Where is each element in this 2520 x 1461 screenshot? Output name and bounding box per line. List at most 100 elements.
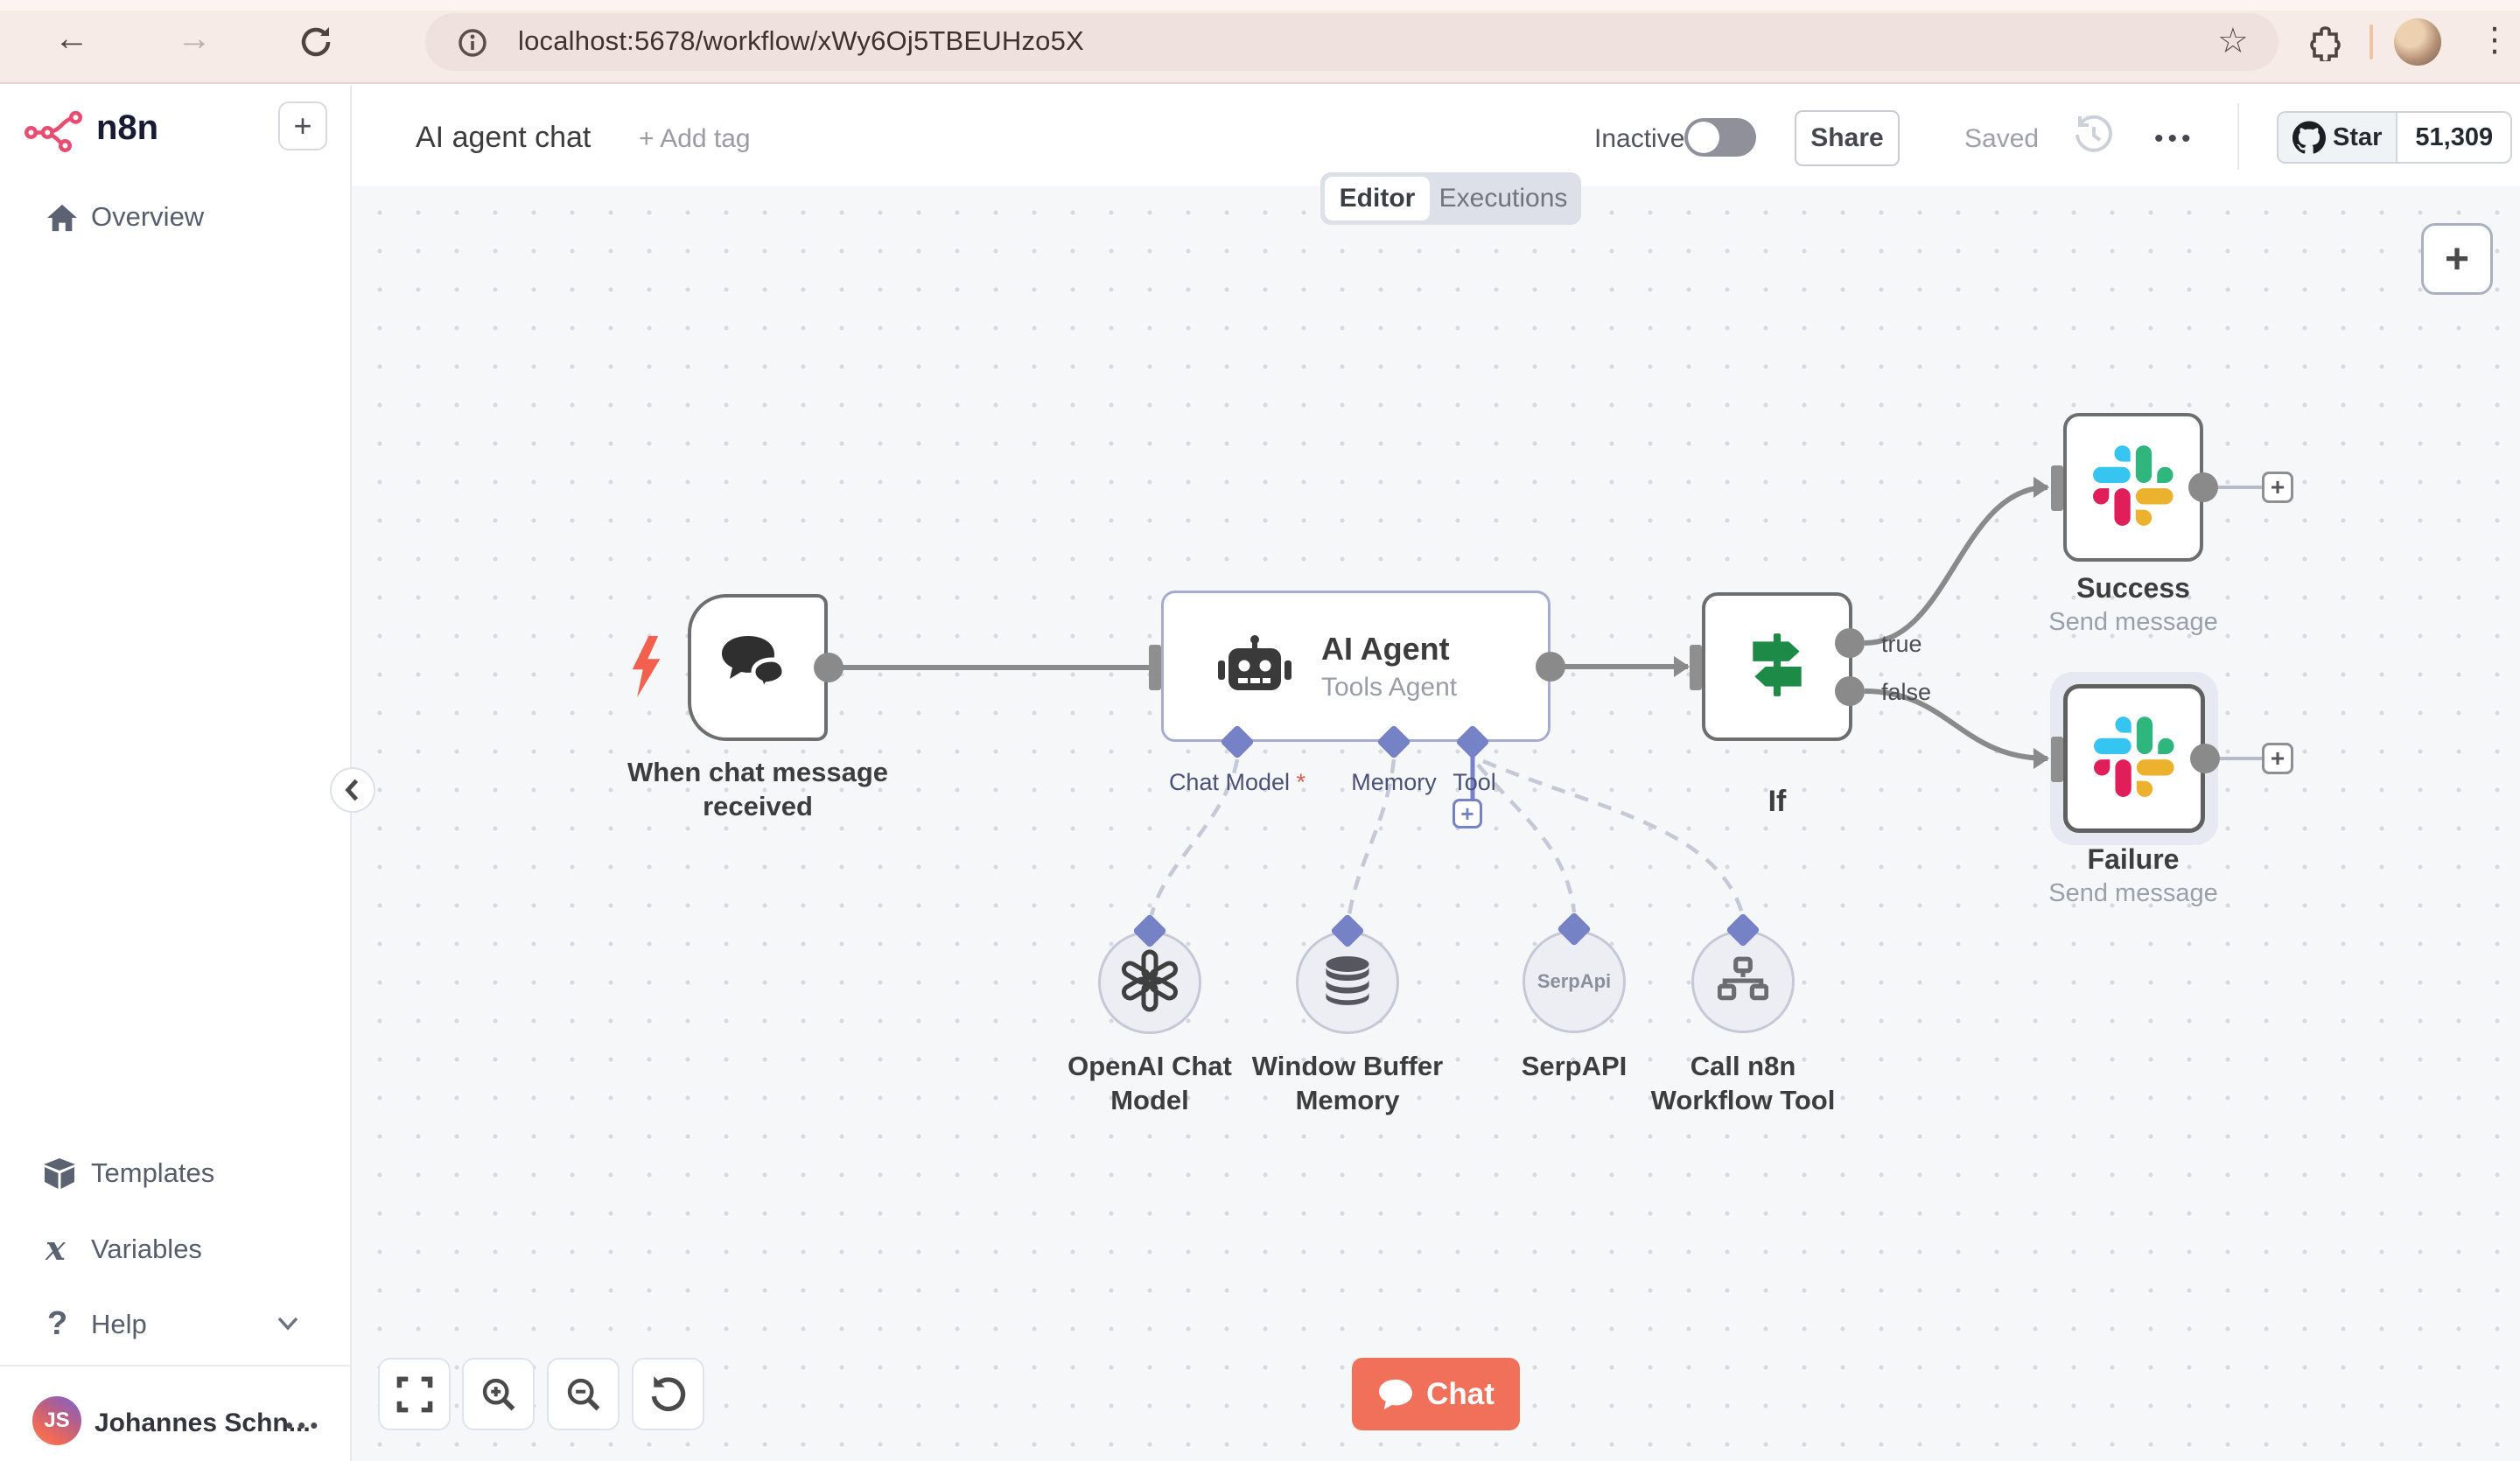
browser-menu-icon[interactable]: ⋮: [2478, 17, 2511, 63]
tab-executions[interactable]: Executions: [1430, 177, 1577, 220]
port-label-text: Chat Model: [1168, 769, 1291, 795]
tab-editor[interactable]: Editor: [1325, 177, 1430, 220]
node-serpapi[interactable]: SerpApi: [1522, 930, 1626, 1033]
header-divider: [2237, 103, 2239, 170]
failure-add-node-button[interactable]: +: [2262, 743, 2293, 774]
window-top-strip: [0, 0, 2520, 10]
failure-input-port[interactable]: [2051, 737, 2063, 782]
toggle-knob: [1688, 122, 1719, 153]
brand-name[interactable]: n8n: [96, 108, 158, 148]
new-workflow-button[interactable]: +: [278, 101, 327, 150]
node-if[interactable]: [1702, 592, 1852, 741]
site-info-icon[interactable]: [457, 27, 488, 63]
node-subtitle: Send message: [2048, 608, 2218, 636]
sidebar-item-label: Help: [91, 1309, 147, 1339]
workflow-menu-icon[interactable]: •••: [2154, 124, 2195, 154]
node-title: AI Agent: [1321, 630, 1450, 667]
home-icon: [46, 203, 79, 237]
success-add-node-button[interactable]: +: [2262, 472, 2293, 503]
node-label: Failure: [2087, 843, 2180, 875]
branch-label-true: true: [1881, 631, 1922, 657]
sidebar-collapse-button[interactable]: [330, 767, 375, 813]
help-question-icon: ?: [47, 1305, 68, 1342]
github-star-widget[interactable]: Star 51,309: [2277, 111, 2513, 164]
url-text[interactable]: localhost:5678/workflow/xWy6Oj5TBEUHzo5X: [518, 25, 1084, 57]
connection-tool-n8nworkflow: [1482, 758, 1745, 914]
required-marker: *: [1296, 769, 1306, 795]
node-subtitle: Send message: [2048, 879, 2218, 907]
sidebar-item-overview[interactable]: Overview: [0, 192, 352, 241]
robot-icon: [1218, 633, 1292, 699]
zoom-in-button[interactable]: [462, 1358, 535, 1430]
user-name[interactable]: Johannes Schn...: [94, 1409, 311, 1438]
workflow-title[interactable]: AI agent chat: [416, 121, 591, 155]
add-node-button[interactable]: +: [2421, 223, 2493, 295]
github-star-button[interactable]: Star: [2278, 113, 2398, 162]
node-label: SerpAPI: [1521, 1051, 1628, 1081]
screen: ← → localhost:5678/workflow/xWy6Oj5TBEUH…: [0, 0, 2520, 1461]
browser-profile-avatar[interactable]: [2394, 18, 2441, 66]
serpapi-wordmark: SerpApi: [1536, 970, 1612, 992]
arrowhead: [1674, 656, 1690, 677]
n8n-app: n8n + Overview Templates x Variables ? H…: [0, 86, 2520, 1461]
view-tabs: Editor Executions: [1320, 172, 1581, 225]
fit-view-button[interactable]: [378, 1358, 451, 1430]
node-when-chat-message-received[interactable]: [688, 594, 828, 741]
browser-reload-icon[interactable]: [298, 23, 336, 66]
n8n-logo-icon[interactable]: [24, 110, 88, 157]
add-tool-button[interactable]: +: [1452, 799, 1482, 828]
add-tag-button[interactable]: + Add tag: [639, 124, 751, 154]
failure-output-port[interactable]: [2190, 744, 2220, 773]
toolbar-separator: [2370, 24, 2373, 59]
sidebar-item-help[interactable]: ? Help: [0, 1300, 352, 1349]
node-success[interactable]: [2063, 413, 2203, 562]
reset-zoom-button[interactable]: [632, 1358, 704, 1430]
user-avatar[interactable]: JS: [32, 1396, 81, 1445]
chat-button[interactable]: Chat: [1352, 1358, 1520, 1430]
port-label-chat-model: Chat Model *: [1150, 769, 1325, 796]
agent-input-port[interactable]: [1149, 645, 1161, 690]
branch-label-false: false: [1881, 679, 1932, 705]
sidebar-item-templates[interactable]: Templates: [0, 1149, 352, 1198]
chat-bubble-icon: [1377, 1378, 1414, 1411]
user-menu-icon[interactable]: •••: [285, 1412, 322, 1439]
port-label-tool: Tool: [1452, 769, 1496, 795]
sidebar: n8n + Overview Templates x Variables ? H…: [0, 86, 352, 1461]
sidebar-item-variables[interactable]: x Variables: [0, 1225, 352, 1274]
chevron-down-icon: [276, 1316, 299, 1336]
browser-forward-icon[interactable]: →: [177, 19, 212, 59]
history-icon[interactable]: [2071, 112, 2117, 162]
github-star-count[interactable]: 51,309: [2398, 113, 2510, 162]
workflow-canvas[interactable]: When chat message received AI Agent Tool…: [352, 186, 2520, 1461]
success-output-port[interactable]: [2188, 472, 2218, 502]
share-button[interactable]: Share: [1795, 110, 1900, 166]
slack-icon: [2094, 716, 2174, 801]
arrowhead: [2034, 477, 2049, 498]
node-label: Success: [2076, 572, 2190, 604]
templates-box-icon: [42, 1157, 77, 1195]
if-false-output-port[interactable]: [1835, 676, 1865, 706]
activation-toggle[interactable]: [1684, 118, 1756, 157]
database-icon: [1322, 955, 1373, 1010]
browser-toolbar: ← → localhost:5678/workflow/xWy6Oj5TBEUH…: [0, 0, 2520, 84]
node-failure[interactable]: [2063, 684, 2205, 833]
node-label: Window Buffer Memory: [1251, 1051, 1444, 1115]
trigger-output-port[interactable]: [814, 653, 844, 682]
success-input-port[interactable]: [2051, 465, 2063, 511]
node-subtitle: Tools Agent: [1321, 672, 1458, 702]
openai-icon: [1116, 947, 1183, 1018]
extensions-puzzle-icon[interactable]: [2308, 24, 2345, 66]
bookmark-star-icon[interactable]: ☆: [2217, 21, 2249, 61]
save-status: Saved: [1964, 124, 2040, 153]
if-true-output-port[interactable]: [1835, 628, 1865, 658]
browser-back-icon[interactable]: ←: [54, 19, 89, 59]
sidebar-item-label: Overview: [91, 201, 205, 232]
agent-output-port[interactable]: [1536, 652, 1565, 682]
slack-icon: [2093, 444, 2174, 530]
zoom-out-button[interactable]: [547, 1358, 620, 1430]
node-ai-agent[interactable]: AI Agent Tools Agent: [1161, 591, 1550, 742]
node-label: OpenAI Chat Model: [1068, 1051, 1232, 1115]
node-label: Call n8n Workflow Tool: [1650, 1051, 1836, 1115]
sitemap-icon: [1717, 956, 1769, 1008]
if-input-port[interactable]: [1690, 645, 1702, 690]
